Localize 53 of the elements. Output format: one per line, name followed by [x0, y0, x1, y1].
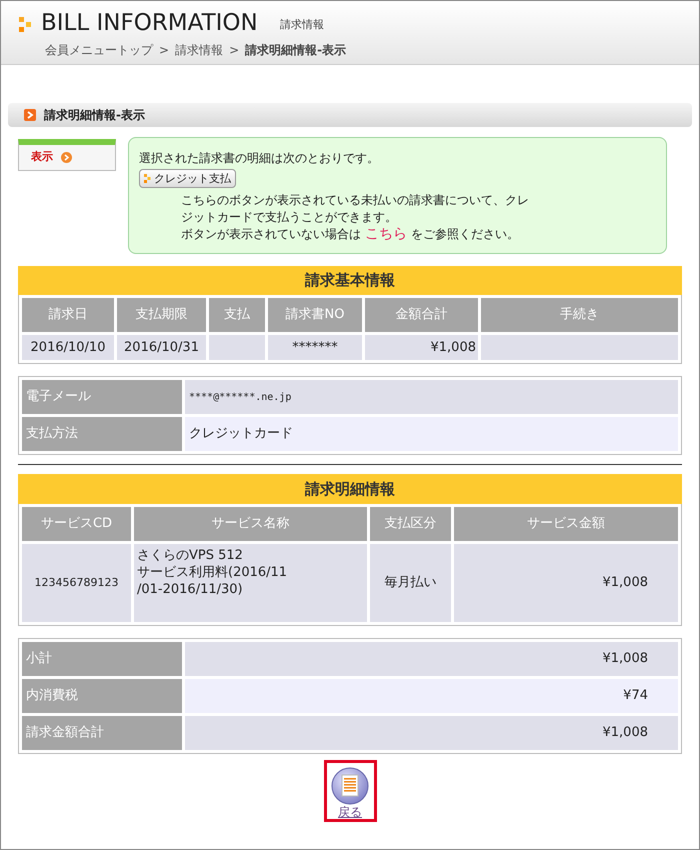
field-label: 支払方法	[22, 417, 182, 451]
breadcrumb-separator: >	[159, 42, 170, 59]
table-cell: *******	[268, 335, 362, 360]
column-header: 手続き	[481, 298, 678, 332]
notice-text: ボタンが表示されていない場合は こちら をご参照ください。	[181, 226, 520, 243]
field-value: ****@******.ne.jp	[185, 380, 678, 414]
notice-text: ジットカードで支払うことができます。	[181, 209, 398, 226]
view-tab[interactable]: 表示	[18, 139, 116, 171]
table-title: 請求基本情報	[18, 266, 682, 295]
field-value: ¥1,008	[185, 716, 678, 750]
empty-cell	[209, 335, 265, 360]
page-title: BILL INFORMATION	[41, 9, 258, 37]
column-header: 支払区分	[370, 507, 451, 541]
logo-icon	[19, 17, 33, 33]
column-header: 支払	[209, 298, 265, 332]
logo-icon	[144, 174, 151, 183]
document-icon	[331, 767, 369, 805]
table-cell: 2016/10/31	[117, 335, 206, 360]
page-subtitle: 請求情報	[280, 16, 324, 32]
column-header: 請求書NO	[268, 298, 362, 332]
field-label: 内消費税	[22, 679, 182, 713]
column-header: 金額合計	[365, 298, 478, 332]
table-cell: 2016/10/10	[22, 335, 114, 360]
field-value: ¥74	[185, 679, 678, 713]
column-header: 支払期限	[117, 298, 206, 332]
column-header: 請求日	[22, 298, 114, 332]
here-link[interactable]: こちら	[365, 226, 407, 242]
field-value: クレジットカード	[185, 417, 678, 451]
arrow-icon	[24, 109, 36, 121]
breadcrumb-item[interactable]: 請求情報	[175, 41, 224, 59]
notice-text: こちらのボタンが表示されている未払いの請求書について、クレ	[181, 192, 530, 209]
field-label: 小計	[22, 642, 182, 676]
breadcrumb-item[interactable]: 会員メニュートップ	[45, 41, 153, 59]
section-title: 請求明細情報-表示	[44, 107, 145, 124]
field-label: 電子メール	[22, 380, 182, 414]
service-name-line: サービス利用料(2016/11	[137, 564, 288, 581]
column-header: サービスCD	[22, 507, 131, 541]
table-cell: 毎月払い	[370, 544, 451, 622]
table-cell: ¥1,008	[365, 335, 478, 360]
breadcrumb-item: 請求明細情報-表示	[245, 42, 346, 59]
notice-text: 選択された請求書の明細は次のとおりです。	[139, 150, 380, 167]
field-label: 請求金額合計	[22, 716, 182, 750]
breadcrumb-separator: >	[229, 42, 240, 59]
column-header: サービス名称	[134, 507, 367, 541]
service-name-line: さくらのVPS 512	[137, 547, 244, 564]
table-title: 請求明細情報	[18, 474, 682, 504]
table-cell: ¥1,008	[454, 544, 678, 622]
service-name-line: /01-2016/11/30)	[137, 581, 244, 598]
field-value: ¥1,008	[185, 642, 678, 676]
column-header: サービス金額	[454, 507, 678, 541]
table-cell: 123456789123	[22, 544, 131, 622]
credit-payment-button[interactable]: クレジット支払	[139, 169, 236, 188]
back-button[interactable]: 戻る	[324, 760, 376, 822]
